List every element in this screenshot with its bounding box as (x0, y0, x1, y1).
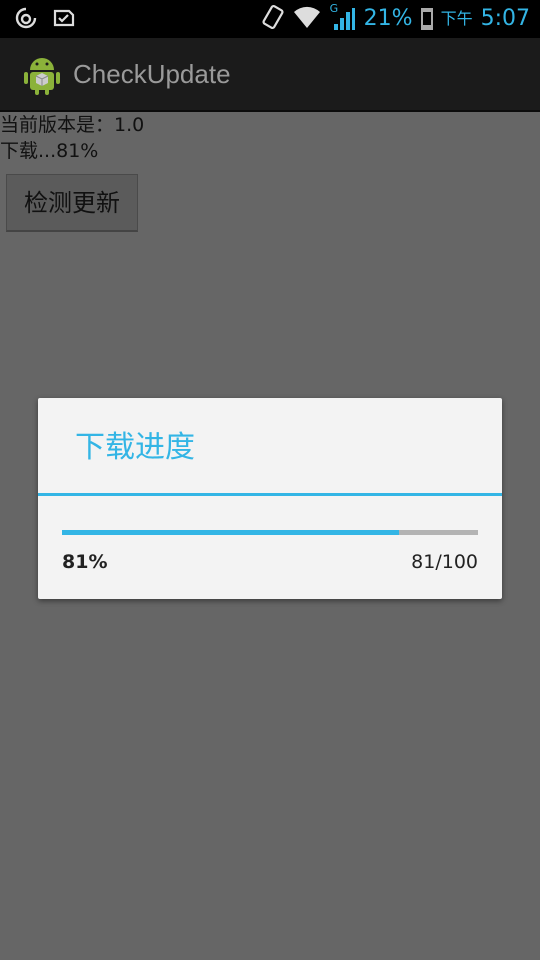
download-status-text: 下载...81% (0, 140, 99, 162)
progress-count-label: 81/100 (411, 551, 478, 573)
clock-time: 5:07 (480, 6, 530, 31)
network-type-label: G (329, 2, 339, 15)
android-app-icon[interactable] (22, 52, 62, 96)
status-bar: G 21% 下午 5:07 (0, 0, 540, 38)
battery-icon (420, 8, 433, 30)
dialog-title: 下载进度 (75, 430, 195, 465)
message-check-icon (52, 6, 76, 30)
battery-percent: 21% (363, 6, 413, 31)
vibrate-icon (262, 4, 284, 34)
current-version-text: 当前版本是：1.0 (0, 114, 145, 136)
weibo-icon (14, 6, 38, 30)
progress-bar-fill (62, 530, 399, 535)
main-content: 当前版本是：1.0 下载...81% 检测更新 (0, 112, 540, 232)
status-bar-left (14, 6, 76, 30)
download-progress-dialog: 下载进度 81% 81/100 (38, 398, 502, 599)
download-progress-bar (62, 530, 478, 535)
progress-percent-label: 81% (62, 551, 108, 573)
signal-icon: G (330, 2, 356, 32)
time-ampm: 下午 (440, 9, 473, 28)
status-bar-right: G 21% 下午 5:07 (262, 2, 530, 34)
action-bar: CheckUpdate (0, 38, 540, 112)
check-update-button[interactable]: 检测更新 (6, 174, 138, 232)
dialog-title-divider (38, 493, 502, 496)
battery-level-fill (422, 24, 431, 28)
wifi-icon (292, 4, 322, 34)
app-title: CheckUpdate (73, 59, 231, 89)
